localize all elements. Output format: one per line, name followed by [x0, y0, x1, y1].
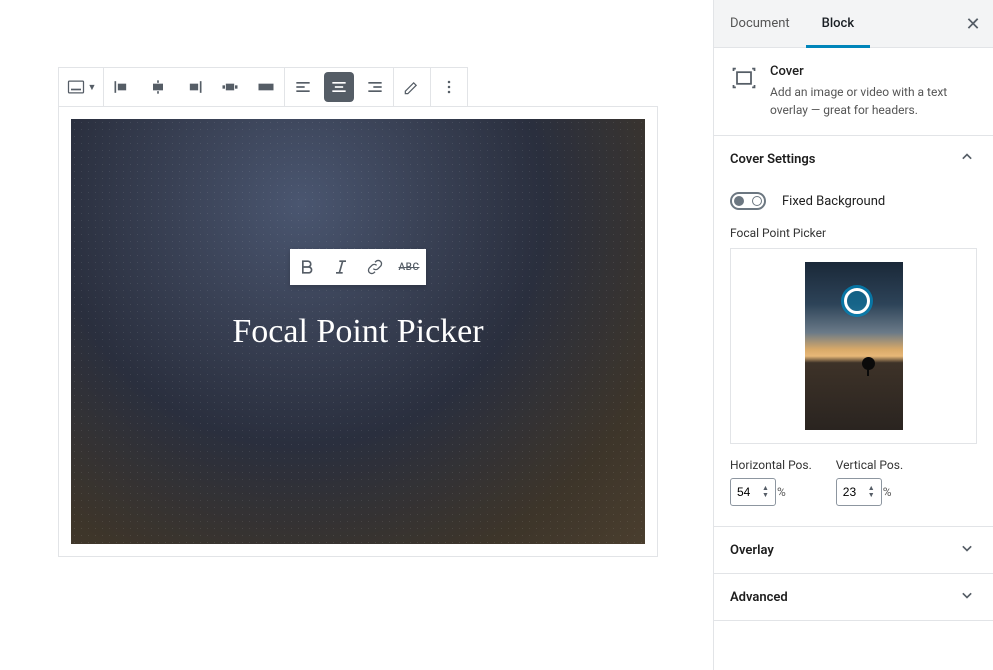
- inline-text-toolbar: ABC: [290, 249, 426, 285]
- sidebar-tabs: Document Block ✕: [714, 0, 993, 48]
- strikethrough-button[interactable]: ABC: [392, 249, 426, 285]
- edit-media-button[interactable]: [394, 68, 430, 106]
- align-center-button[interactable]: [140, 68, 176, 106]
- chevron-down-icon: [957, 585, 977, 609]
- link-icon: [365, 257, 385, 277]
- percent-label: %: [883, 485, 892, 499]
- align-wide-icon: [220, 77, 240, 97]
- text-align-left-icon: [293, 77, 313, 97]
- align-right-icon: [184, 77, 204, 97]
- align-full-button[interactable]: [248, 68, 284, 106]
- text-align-center-icon: [329, 77, 349, 97]
- italic-icon: [331, 257, 351, 277]
- align-center-icon: [148, 77, 168, 97]
- content-align-center-button[interactable]: [324, 72, 354, 102]
- block-card: Cover Add an image or video with a text …: [714, 48, 993, 136]
- block-card-description: Add an image or video with a text overla…: [770, 83, 977, 119]
- content-align-left-button[interactable]: [285, 68, 321, 106]
- horizontal-pos-input[interactable]: [730, 478, 776, 506]
- editor-canvas: ▼: [0, 0, 713, 670]
- focal-point-picker-preview[interactable]: [730, 248, 977, 444]
- bold-button[interactable]: [290, 249, 324, 285]
- chevron-down-icon: [957, 538, 977, 562]
- close-sidebar-button[interactable]: ✕: [961, 12, 985, 36]
- chevron-down-icon: ▼: [88, 82, 97, 93]
- more-options-button[interactable]: [431, 68, 467, 106]
- close-icon: ✕: [965, 14, 980, 35]
- focal-point-marker[interactable]: [844, 288, 870, 314]
- cover-block[interactable]: ABC Focal Point Picker: [71, 119, 645, 544]
- content-align-right-button[interactable]: [357, 68, 393, 106]
- horizontal-pos-field: Horizontal Pos. ▲▼ %: [730, 458, 812, 506]
- panel-overlay: Overlay: [714, 527, 993, 574]
- cover-title-text[interactable]: Focal Point Picker: [232, 313, 483, 351]
- vertical-pos-stepper[interactable]: ▲▼: [868, 485, 875, 499]
- align-left-icon: [112, 77, 132, 97]
- focal-point-image: [805, 262, 903, 430]
- vertical-pos-field: Vertical Pos. ▲▼ %: [836, 458, 903, 506]
- block-type-switcher[interactable]: ▼: [59, 68, 103, 106]
- panel-title: Overlay: [730, 543, 774, 558]
- align-right-button[interactable]: [176, 68, 212, 106]
- horizontal-pos-stepper[interactable]: ▲▼: [762, 485, 769, 499]
- block-toolbar: ▼: [58, 67, 468, 107]
- fixed-background-row: Fixed Background: [730, 182, 977, 226]
- align-full-icon: [256, 77, 276, 97]
- panel-title: Cover Settings: [730, 152, 815, 167]
- focal-point-picker-label: Focal Point Picker: [730, 226, 977, 240]
- step-down-icon: ▼: [762, 492, 769, 499]
- panel-cover-settings-header[interactable]: Cover Settings: [714, 136, 993, 182]
- panel-overlay-header[interactable]: Overlay: [714, 527, 993, 573]
- panel-cover-settings: Cover Settings Fixed Background Focal Po…: [714, 136, 993, 527]
- italic-button[interactable]: [324, 249, 358, 285]
- panel-advanced-header[interactable]: Advanced: [714, 574, 993, 620]
- cover-icon: [66, 77, 86, 97]
- align-left-button[interactable]: [104, 68, 140, 106]
- more-vertical-icon: [439, 77, 459, 97]
- vertical-pos-label: Vertical Pos.: [836, 458, 903, 472]
- step-down-icon: ▼: [868, 492, 875, 499]
- horizontal-pos-label: Horizontal Pos.: [730, 458, 812, 472]
- text-align-right-icon: [365, 77, 385, 97]
- vertical-pos-input[interactable]: [836, 478, 882, 506]
- cover-block-icon: [730, 64, 758, 88]
- bold-icon: [297, 257, 317, 277]
- tree-silhouette: [862, 357, 875, 370]
- cover-block-wrapper[interactable]: ▼: [58, 106, 658, 557]
- inspector-sidebar: Document Block ✕ Cover Add an image or v…: [713, 0, 993, 670]
- fixed-background-label: Fixed Background: [782, 194, 885, 209]
- link-button[interactable]: [358, 249, 392, 285]
- strikethrough-icon: ABC: [399, 262, 420, 273]
- panel-advanced: Advanced: [714, 574, 993, 621]
- align-wide-button[interactable]: [212, 68, 248, 106]
- percent-label: %: [777, 485, 786, 499]
- pencil-icon: [402, 77, 422, 97]
- block-card-title: Cover: [770, 64, 977, 79]
- tab-document[interactable]: Document: [714, 0, 806, 48]
- fixed-background-toggle[interactable]: [730, 192, 766, 210]
- panel-title: Advanced: [730, 590, 788, 605]
- tab-block[interactable]: Block: [806, 0, 870, 48]
- chevron-up-icon: [957, 147, 977, 171]
